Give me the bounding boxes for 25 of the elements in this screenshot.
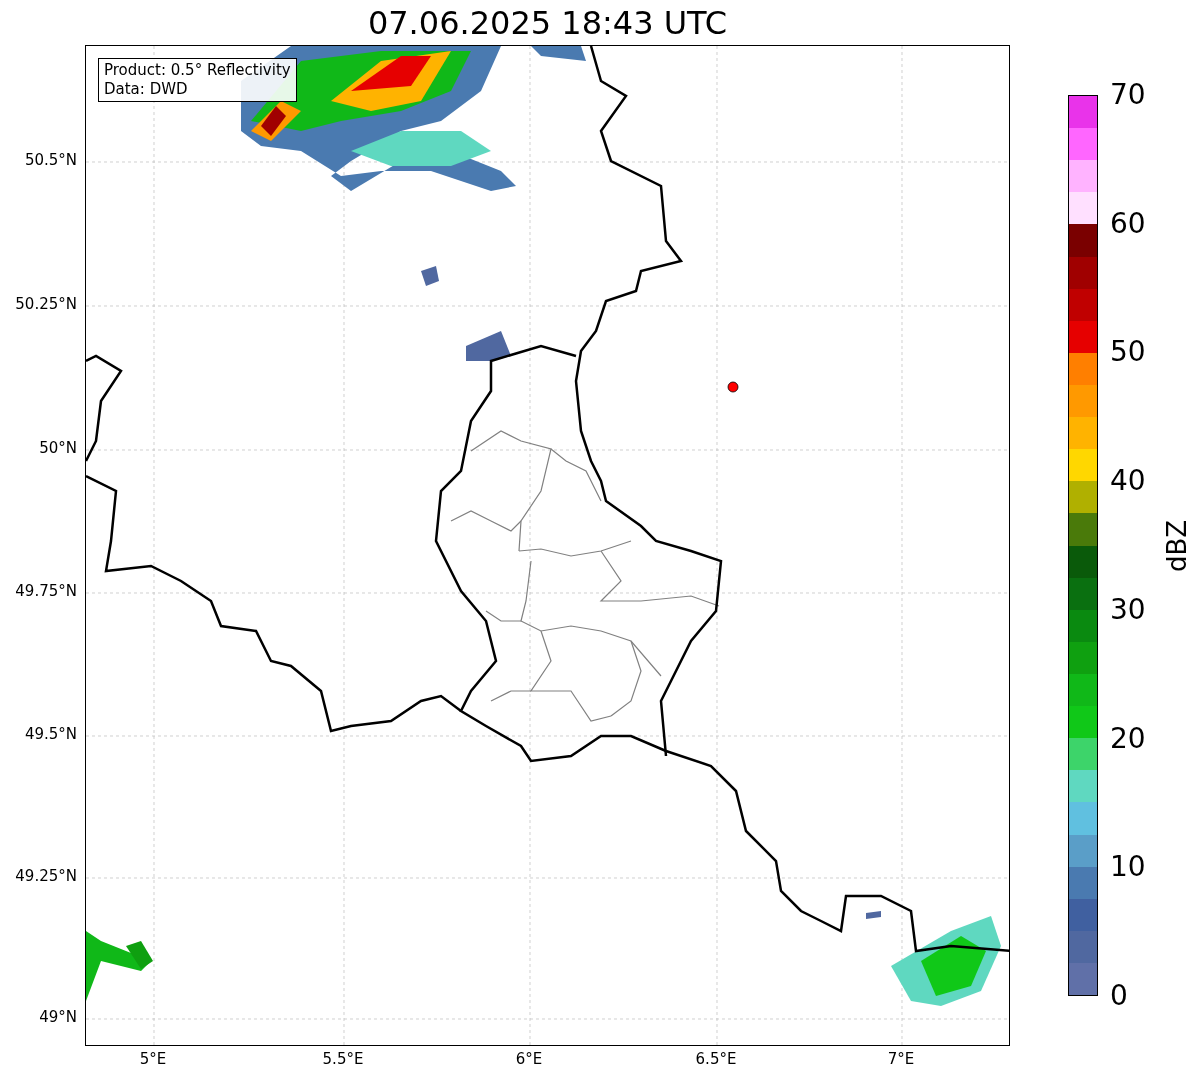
- colorbar-tick-label: 0: [1110, 982, 1128, 1010]
- longitude-label: 5°E: [139, 1052, 167, 1067]
- colorbar-tick-label: 20: [1110, 724, 1146, 753]
- latitude-label: 49.75°N: [15, 584, 77, 599]
- longitude-label: 6.5°E: [695, 1052, 737, 1067]
- colorbar-tick-label: 60: [1110, 209, 1146, 238]
- colorbar-tick-label: 70: [1110, 81, 1146, 109]
- longitude-label: 7°E: [887, 1052, 915, 1067]
- colorbar-tick-label: 40: [1110, 467, 1146, 496]
- latitude-label: 49°N: [39, 1010, 77, 1025]
- colorbar-tick-label: 50: [1110, 338, 1146, 367]
- chart-title: 07.06.2025 18:43 UTC: [367, 6, 728, 39]
- radar-station-marker: [727, 381, 739, 393]
- info-text: Product: 0.5° Reflectivity: [104, 61, 291, 80]
- latitude-label: 50.25°N: [15, 297, 77, 312]
- latitude-label: 50.5°N: [24, 153, 77, 168]
- latitude-label: 49.5°N: [24, 727, 77, 742]
- latitude-label: 50°N: [39, 441, 77, 456]
- colorbar-tick-label: 10: [1110, 853, 1146, 882]
- colorbar-tick-label: 30: [1110, 595, 1146, 624]
- latitude-label: 49.25°N: [15, 869, 77, 884]
- longitude-label: 5.5°E: [322, 1052, 364, 1067]
- longitude-label: 6°E: [515, 1052, 543, 1067]
- info-text: Data: DWD: [104, 80, 189, 99]
- colorbar-label: dBZ: [1164, 519, 1190, 572]
